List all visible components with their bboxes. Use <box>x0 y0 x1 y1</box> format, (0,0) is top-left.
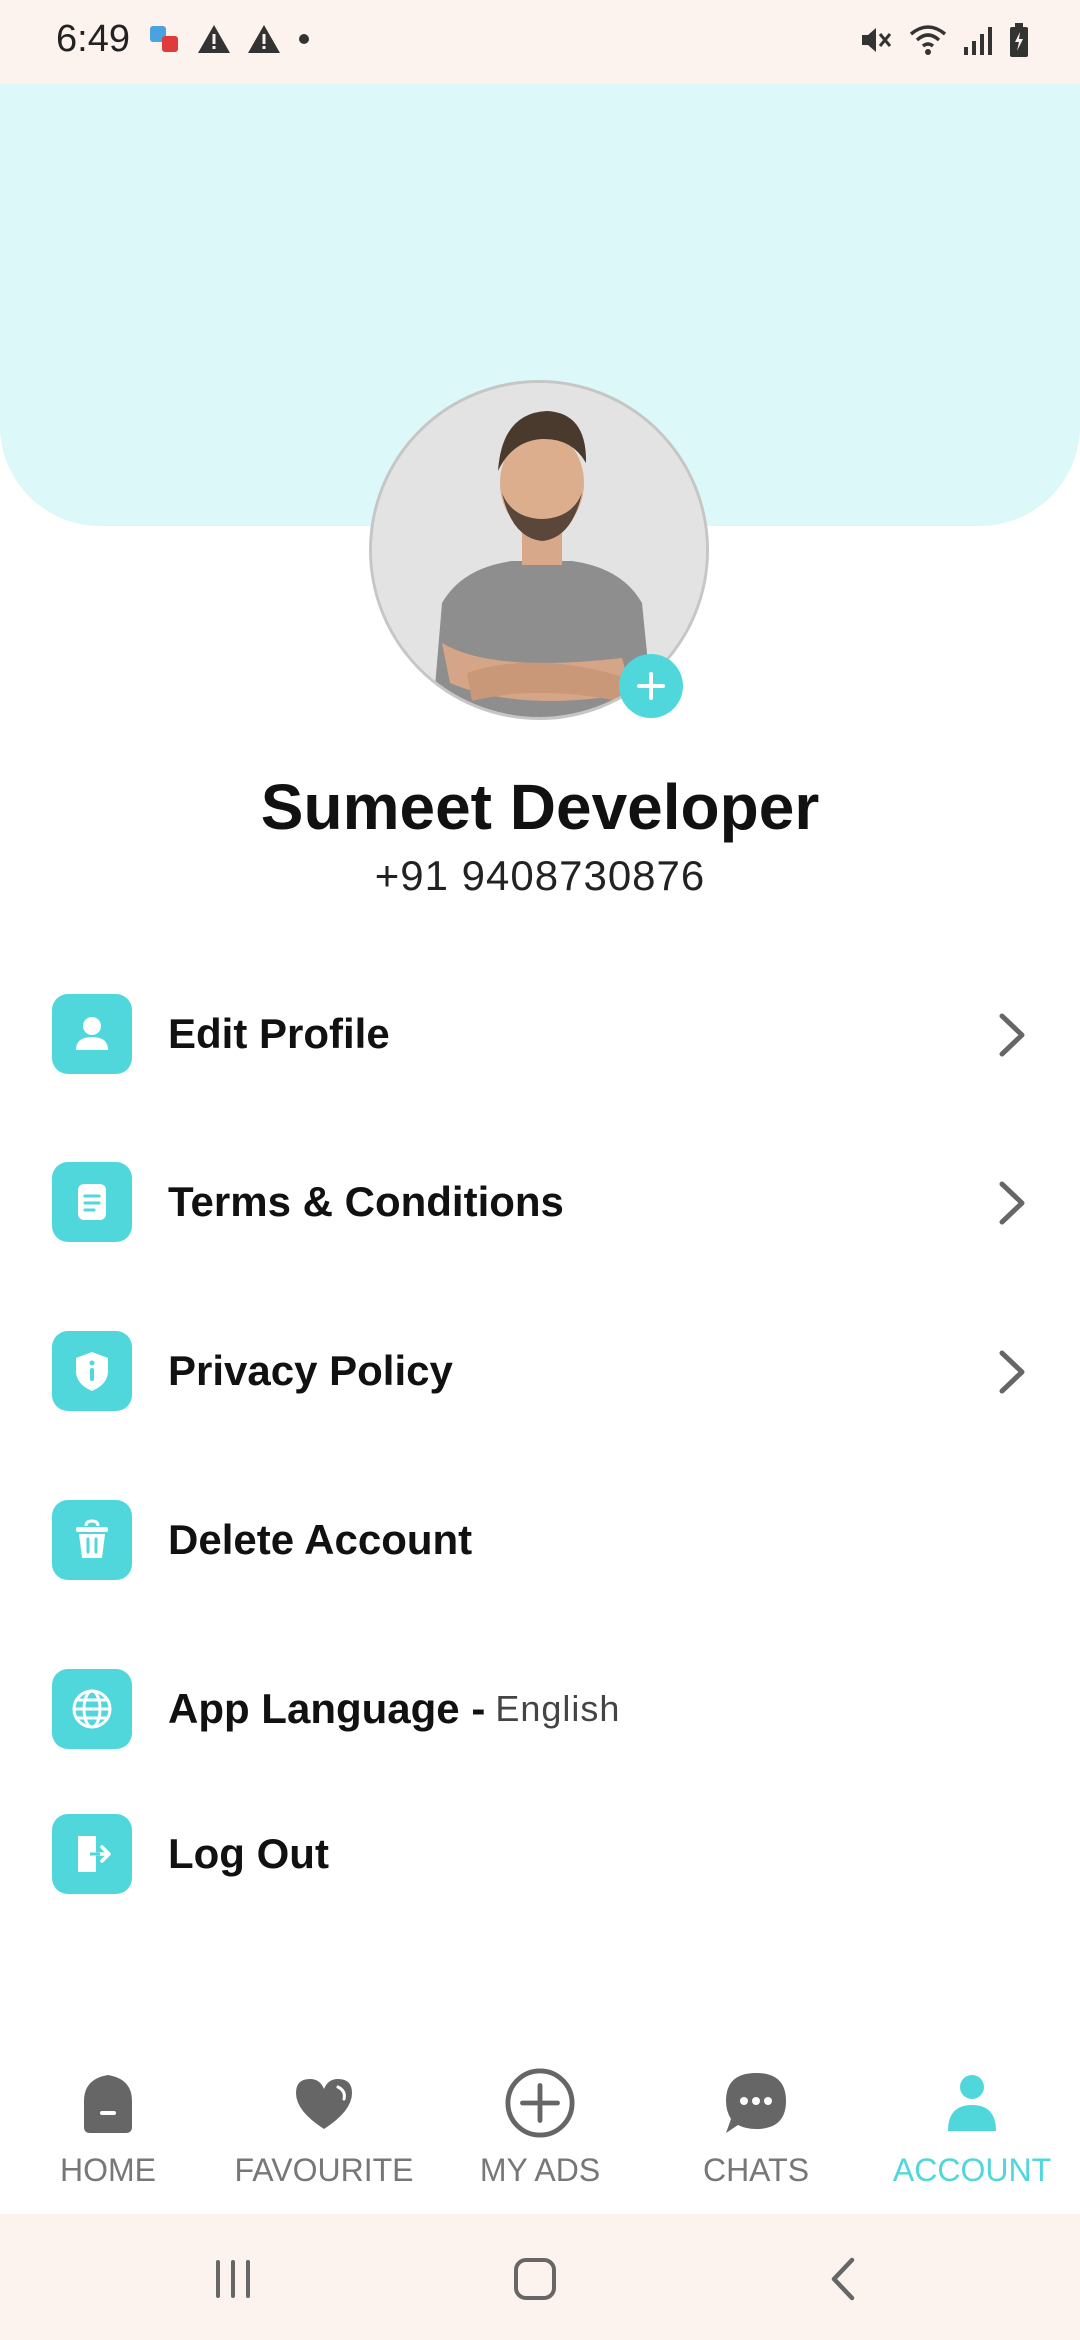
account-icon <box>937 2068 1007 2138</box>
nav-item-chats[interactable]: CHATS <box>648 2040 864 2215</box>
system-navigation-bar <box>0 2214 1080 2340</box>
menu-item-label: Edit Profile <box>168 1010 390 1057</box>
nav-item-home[interactable]: HOME <box>0 2040 216 2215</box>
profile-phone: +91 9408730876 <box>374 852 706 899</box>
nav-label: MY ADS <box>479 2152 601 2188</box>
nav-label: CHATS <box>702 2152 810 2188</box>
menu-item-terms-conditions[interactable]: Terms & Conditions <box>52 1160 1042 1244</box>
heart-icon <box>289 2068 359 2138</box>
status-time: 6:49 <box>56 18 130 60</box>
chevron-right-icon <box>999 1350 1025 1394</box>
add-photo-button[interactable] <box>619 654 683 718</box>
menu-item-label: Log Out <box>168 1830 329 1877</box>
app-notification-icon <box>150 26 178 52</box>
trash-icon <box>52 1500 132 1580</box>
add-circle-icon <box>505 2068 575 2138</box>
nav-label: HOME <box>60 2152 156 2188</box>
nav-item-my-ads[interactable]: MY ADS <box>432 2040 648 2215</box>
globe-icon <box>52 1669 132 1749</box>
status-system-icons <box>858 22 1030 58</box>
plus-icon <box>637 672 665 700</box>
back-icon[interactable] <box>820 2254 866 2304</box>
menu-item-label: Terms & Conditions <box>168 1178 564 1225</box>
status-notification-icons <box>148 22 312 56</box>
warning-icon <box>248 25 280 53</box>
signal-icon <box>964 27 992 55</box>
menu-item-privacy-policy[interactable]: Privacy Policy <box>52 1329 1042 1413</box>
status-bar: 6:49 <box>0 0 1080 84</box>
nav-item-favourite[interactable]: FAVOURITE <box>216 2040 432 2215</box>
bottom-navigation: HOME FAVOURITE MY ADS CHATS ACCOUNT <box>0 2040 1080 2215</box>
menu-item-log-out[interactable]: Log Out <box>52 1812 1042 1896</box>
warning-icon <box>198 25 230 53</box>
nav-label: ACCOUNT <box>892 2152 1052 2188</box>
menu-item-label: App Language - <box>168 1685 486 1732</box>
chevron-right-icon <box>999 1181 1025 1225</box>
logout-icon <box>52 1814 132 1894</box>
mute-icon <box>862 28 892 52</box>
shield-icon <box>52 1331 132 1411</box>
menu-item-delete-account[interactable]: Delete Account <box>52 1498 1042 1582</box>
dot-icon <box>299 34 309 44</box>
menu-item-app-language[interactable]: App Language - English <box>52 1667 1042 1751</box>
nav-label: FAVOURITE <box>234 2152 414 2188</box>
chat-icon <box>721 2068 791 2138</box>
nav-item-account[interactable]: ACCOUNT <box>864 2040 1080 2215</box>
home-button-icon[interactable] <box>512 2256 558 2302</box>
menu-item-label: Delete Account <box>168 1516 473 1563</box>
document-icon <box>52 1162 132 1242</box>
current-language-value: English <box>495 1688 621 1729</box>
wifi-icon <box>909 25 947 55</box>
recent-apps-icon[interactable] <box>210 2256 256 2302</box>
person-icon <box>52 994 132 1074</box>
menu-item-edit-profile[interactable]: Edit Profile <box>52 992 1042 1076</box>
battery-icon <box>1010 23 1028 57</box>
menu-item-label: Privacy Policy <box>168 1347 453 1394</box>
chevron-right-icon <box>999 1013 1025 1057</box>
home-icon <box>73 2068 143 2138</box>
profile-name: Sumeet Developer <box>260 771 820 843</box>
